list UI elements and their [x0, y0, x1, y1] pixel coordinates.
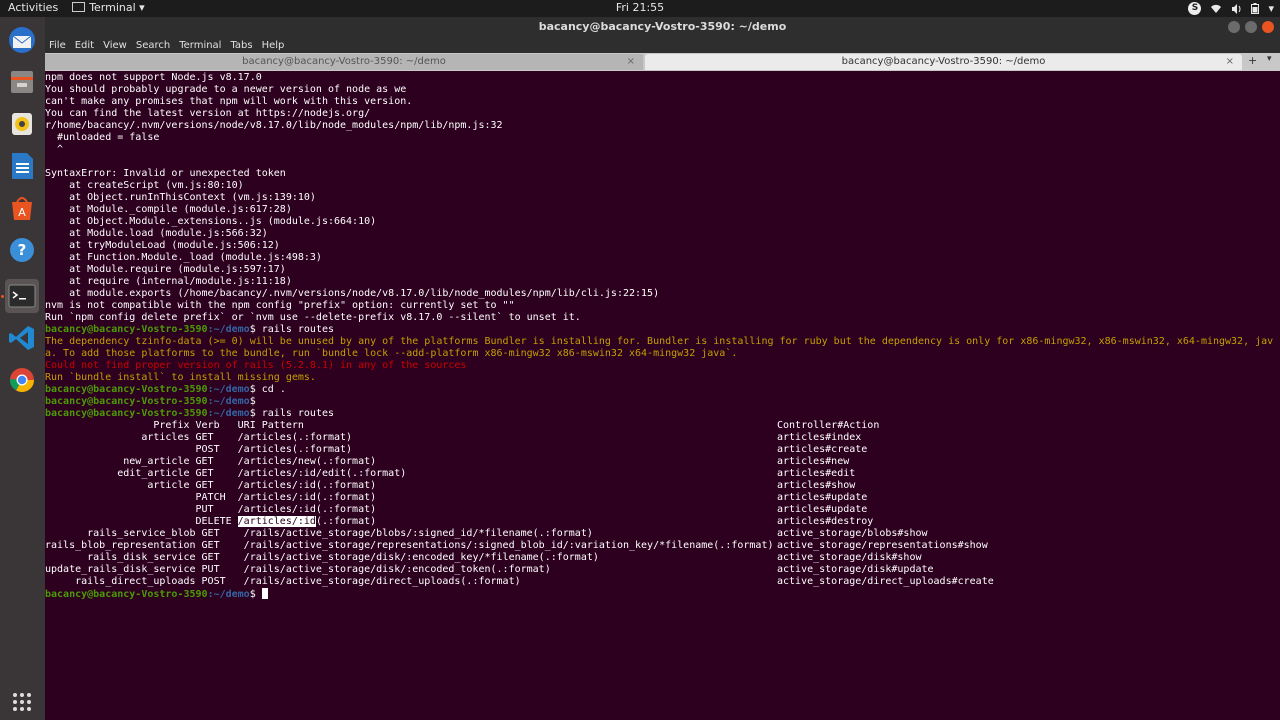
output-line: r/home/bacancy/.nvm/versions/node/v8.17.…	[45, 120, 503, 131]
prompt-line: bacancy@bacancy-Vostro-3590:~/demo$ rail…	[45, 324, 335, 335]
output-line: at require (internal/module.js:11:18)	[45, 276, 292, 287]
warning-line: The dependency tzinfo-data (>= 0) will b…	[45, 336, 1274, 347]
warning-line: a. To add those platforms to the bundle,…	[45, 348, 738, 359]
route-row: update_rails_disk_service PUT /rails/act…	[45, 564, 934, 575]
route-row: rails_disk_service GET /rails/active_sto…	[45, 552, 922, 563]
minimize-button[interactable]	[1228, 21, 1240, 33]
terminal-icon[interactable]	[5, 279, 39, 313]
chrome-icon[interactable]	[5, 363, 39, 397]
output-line: SyntaxError: Invalid or unexpected token	[45, 168, 286, 179]
menu-file[interactable]: File	[49, 40, 66, 51]
tab-menu-icon[interactable]: ▾	[1267, 54, 1272, 64]
route-row: article GET /articles/:id(.:format) artic…	[45, 480, 856, 491]
tab-1-close-icon[interactable]: ×	[627, 54, 635, 70]
output-line: ^	[45, 144, 64, 155]
output-line: at createScript (vm.js:80:10)	[45, 180, 244, 191]
skype-icon[interactable]: S	[1188, 2, 1202, 15]
output-line: at Object.runInThisContext (vm.js:139:10…	[45, 192, 316, 203]
route-row: rails_service_blob GET /rails/active_sto…	[45, 528, 928, 539]
output-line: at Module._compile (module.js:617:28)	[45, 204, 292, 215]
prompt-line: bacancy@bacancy-Vostro-3590:~/demo$ cd .	[45, 384, 286, 395]
svg-text:?: ?	[18, 241, 27, 259]
route-row: PATCH /articles/:id(.:format) articles#up…	[45, 492, 868, 503]
menu-terminal[interactable]: Terminal	[179, 40, 221, 51]
route-row: DELETE /articles/:id(.:format) articles#d…	[45, 516, 874, 527]
help-icon[interactable]: ?	[5, 233, 39, 267]
output-line: at tryModuleLoad (module.js:506:12)	[45, 240, 280, 251]
window-title: bacancy@bacancy-Vostro-3590: ~/demo	[538, 20, 787, 33]
running-indicator	[1, 295, 4, 298]
output-line: Run `npm config delete prefix` or `nvm u…	[45, 312, 581, 323]
prompt-line: bacancy@bacancy-Vostro-3590:~/demo$	[45, 396, 256, 407]
dock: A ?	[0, 17, 46, 720]
route-row: edit_article GET /articles/:id/edit(.:fo…	[45, 468, 856, 479]
output-line: You can find the latest version at https…	[45, 108, 371, 119]
prompt-line: bacancy@bacancy-Vostro-3590:~/demo$ rail…	[45, 408, 335, 419]
menu-search[interactable]: Search	[136, 40, 170, 51]
clock[interactable]: Fri 21:55	[0, 1, 1280, 14]
warning-line: Run `bundle install` to install missing …	[45, 372, 316, 383]
tab-bar: bacancy@bacancy-Vostro-3590: ~/demo × ba…	[45, 53, 1280, 71]
output-line: at Module.load (module.js:566:32)	[45, 228, 268, 239]
battery-icon[interactable]	[1251, 3, 1260, 14]
files-icon[interactable]	[5, 65, 39, 99]
output-line: at Function.Module._load (module.js:498:…	[45, 252, 322, 263]
output-line: at Object.Module._extensions..js (module…	[45, 216, 377, 227]
route-row: articles GET /articles(.:format) articles…	[45, 432, 862, 443]
window-titlebar[interactable]: bacancy@bacancy-Vostro-3590: ~/demo	[45, 17, 1280, 37]
output-line: nvm is not compatible with the npm confi…	[45, 300, 515, 311]
new-tab-icon[interactable]: +	[1248, 54, 1257, 67]
menu-bar: File Edit View Search Terminal Tabs Help	[45, 37, 1280, 53]
route-row: PUT /articles/:id(.:format) articles#upda…	[45, 504, 868, 515]
thunderbird-icon[interactable]	[5, 23, 39, 57]
tab-2-close-icon[interactable]: ×	[1226, 54, 1234, 70]
rhythmbox-icon[interactable]	[5, 107, 39, 141]
volume-icon[interactable]	[1231, 3, 1242, 14]
error-line: Could not find proper version of rails (…	[45, 360, 467, 371]
route-row: rails_blob_representation GET /rails/act…	[45, 540, 988, 551]
top-bar: Activities Terminal ▾ Fri 21:55 S ▾	[0, 0, 1280, 17]
software-icon[interactable]: A	[5, 191, 39, 225]
text-selection[interactable]: /articles/:id	[237, 516, 316, 527]
output-line: at module.exports (/home/bacancy/.nvm/ve…	[45, 288, 660, 299]
wifi-icon[interactable]	[1210, 4, 1222, 14]
output-line: can't make any promises that npm will wo…	[45, 96, 413, 107]
output-line: npm does not support Node.js v8.17.0	[45, 72, 262, 83]
routes-header: Prefix Verb URI Pattern Controller#Action	[45, 420, 880, 431]
menu-help[interactable]: Help	[262, 40, 285, 51]
output-line: #unloaded = false	[45, 132, 160, 143]
prompt-line[interactable]: bacancy@bacancy-Vostro-3590:~/demo$	[45, 588, 268, 600]
menu-view[interactable]: View	[103, 40, 127, 51]
system-tray[interactable]: S ▾	[1188, 0, 1274, 17]
menu-edit[interactable]: Edit	[75, 40, 94, 51]
route-row: new_article GET /articles/new(.:format) a…	[45, 456, 850, 467]
show-applications-icon[interactable]	[5, 685, 39, 719]
output-line: You should probably upgrade to a newer v…	[45, 84, 407, 95]
terminal-output[interactable]: npm does not support Node.js v8.17.0 You…	[45, 71, 1280, 720]
route-row: POST /articles(.:format) articles#create	[45, 444, 868, 455]
tab-1[interactable]: bacancy@bacancy-Vostro-3590: ~/demo ×	[45, 54, 643, 70]
close-button[interactable]	[1262, 21, 1274, 33]
maximize-button[interactable]	[1245, 21, 1257, 33]
system-menu-chevron-icon[interactable]: ▾	[1268, 2, 1274, 15]
route-row: rails_direct_uploads POST /rails/active_…	[45, 576, 994, 587]
output-line: at Module.require (module.js:597:17)	[45, 264, 286, 275]
tab-2[interactable]: bacancy@bacancy-Vostro-3590: ~/demo ×	[645, 54, 1242, 70]
writer-icon[interactable]	[5, 149, 39, 183]
svg-text:A: A	[18, 206, 26, 219]
vscode-icon[interactable]	[5, 321, 39, 355]
menu-tabs[interactable]: Tabs	[230, 40, 252, 51]
terminal-cursor	[261, 588, 268, 599]
